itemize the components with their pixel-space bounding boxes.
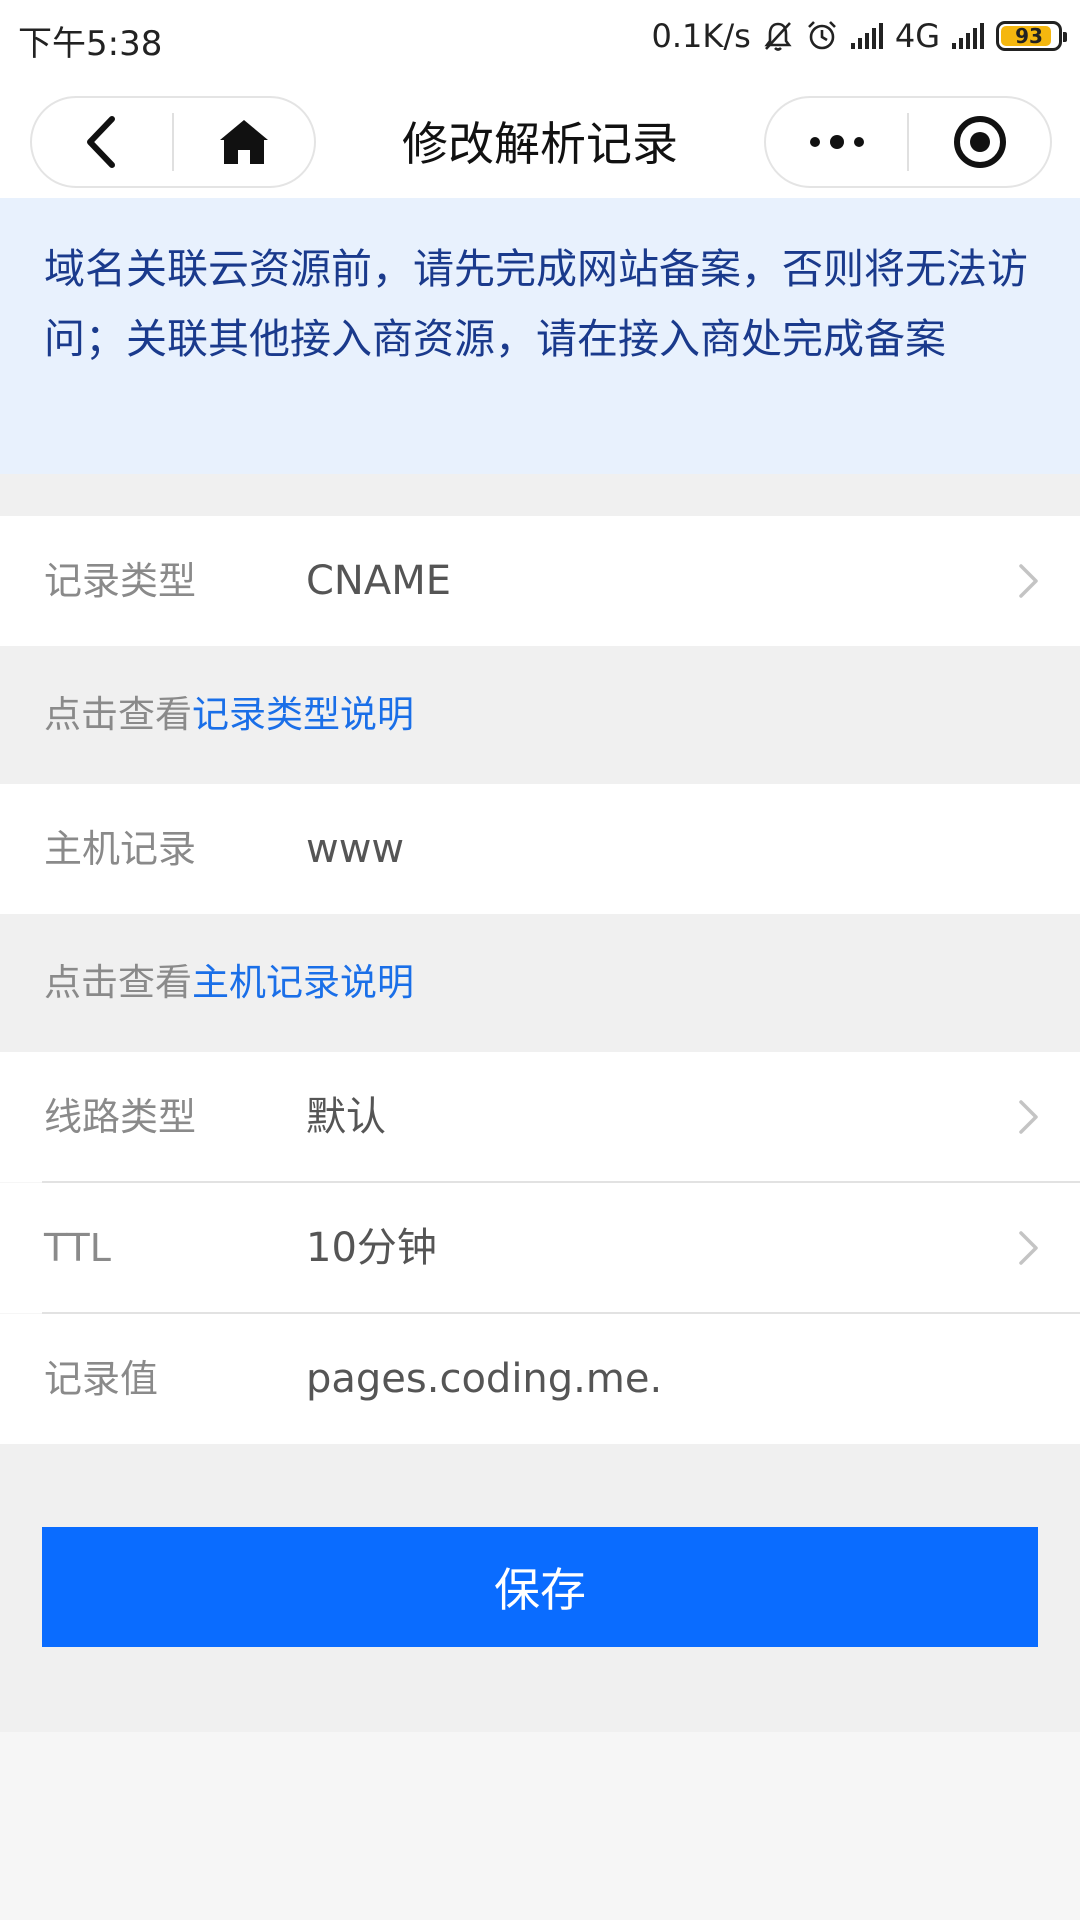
bell-muted-icon [761, 19, 795, 53]
nav-capsule-right [764, 96, 1052, 188]
home-button[interactable] [174, 98, 314, 186]
network-type: 4G [894, 17, 940, 55]
net-speed: 0.1K/s [651, 17, 751, 55]
host-record-hint: 点击查看主机记录说明 [0, 914, 1080, 1052]
status-bar: 下午5:38 0.1K/s 4G 93 [0, 0, 1080, 74]
nav-bar: 修改解析记录 [0, 74, 1080, 198]
host-record-help-link[interactable]: 主机记录说明 [192, 961, 414, 1004]
record-type-hint: 点击查看记录类型说明 [0, 646, 1080, 784]
record-value-input[interactable]: pages.coding.me. [306, 1314, 662, 1444]
notice-banner: 域名关联云资源前，请先完成网站备案，否则将无法访问；关联其他接入商资源，请在接入… [0, 198, 1080, 474]
status-time: 下午5:38 [18, 24, 163, 64]
record-type-help-link[interactable]: 记录类型说明 [192, 693, 414, 736]
page: 下午5:38 0.1K/s 4G 93 修改解析记录 域名关联云资源前，请先完成… [0, 0, 1080, 1920]
alarm-icon [805, 19, 839, 53]
back-chevron-icon [87, 116, 115, 168]
ttl-value: 10分钟 [306, 1225, 437, 1271]
more-button[interactable] [766, 98, 907, 186]
section-gap [0, 474, 1080, 516]
record-type-row[interactable]: 记录类型 CNAME [0, 516, 1080, 646]
record-value-row[interactable]: 记录值 pages.coding.me. [0, 1314, 1080, 1444]
close-miniprogram-button[interactable] [909, 98, 1050, 186]
target-circle-icon [953, 116, 1006, 168]
chevron-right-icon [1019, 1231, 1038, 1265]
more-dots-icon [809, 135, 864, 149]
record-type-value: CNAME [306, 558, 451, 604]
hint-prefix: 点击查看 [44, 693, 192, 736]
battery-icon: 93 [996, 21, 1067, 51]
host-record-value[interactable]: www [306, 784, 404, 914]
nav-capsule-left [30, 96, 316, 188]
ttl-row[interactable]: TTL 10分钟 [0, 1183, 1080, 1313]
line-type-label: 线路类型 [44, 1095, 197, 1139]
line-type-row[interactable]: 线路类型 默认 [0, 1052, 1080, 1182]
status-icons: 0.1K/s 4G 93 [651, 14, 1067, 58]
host-record-row[interactable]: 主机记录 www [0, 784, 1080, 914]
back-button[interactable] [32, 98, 172, 186]
chevron-right-icon [1019, 1100, 1038, 1134]
record-type-label: 记录类型 [44, 559, 197, 603]
notice-text: 域名关联云资源前，请先完成网站备案，否则将无法访问；关联其他接入商资源，请在接入… [44, 245, 1028, 363]
hint-prefix: 点击查看 [44, 961, 192, 1004]
chevron-right-icon [1019, 564, 1038, 598]
ttl-label: TTL [44, 1226, 111, 1270]
record-value-label: 记录值 [44, 1357, 159, 1401]
host-record-label: 主机记录 [44, 827, 197, 871]
battery-level: 93 [1015, 24, 1043, 48]
save-button[interactable]: 保存 [42, 1527, 1038, 1647]
signal-icon [849, 21, 885, 51]
line-type-value: 默认 [306, 1094, 386, 1140]
home-icon [220, 120, 268, 164]
signal-icon-2 [950, 21, 986, 51]
